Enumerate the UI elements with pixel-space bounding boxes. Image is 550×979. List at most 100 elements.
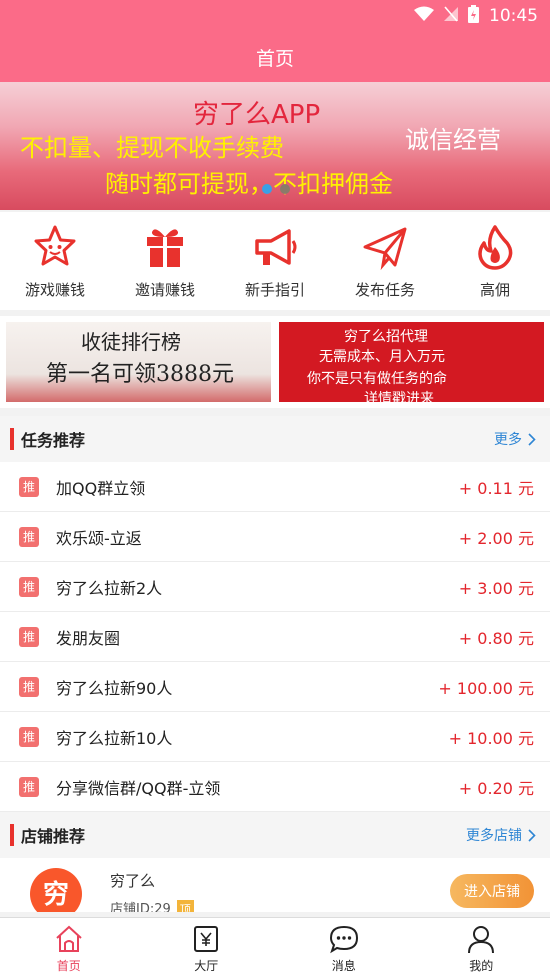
store-logo: 穷 bbox=[30, 868, 82, 912]
task-name: 穷了么拉新10人 bbox=[56, 728, 173, 748]
promo-left-line2: 第一名可领3888元 bbox=[46, 362, 234, 387]
task-name: 穷了么拉新2人 bbox=[56, 578, 163, 598]
more-label: 更多店铺 bbox=[466, 828, 522, 844]
store-card[interactable]: 穷 穷了么 店铺ID:29 顶 进入店铺 bbox=[0, 858, 550, 912]
user-icon bbox=[468, 925, 495, 953]
task-reward: + 0.80 元 bbox=[458, 628, 534, 648]
banner-title: 穷了么APP bbox=[193, 100, 321, 130]
nav-label: 大厅 bbox=[194, 958, 219, 973]
banner-pagination bbox=[262, 184, 290, 194]
banner-side-text: 诚信经营 bbox=[405, 126, 501, 154]
home-page: 10:45 首页 穷了么APP 不扣量、提现不收手续费 诚信经营 随时都可提现，… bbox=[0, 0, 550, 979]
battery-icon bbox=[468, 4, 479, 28]
chevron-right-icon bbox=[528, 432, 536, 446]
section-title: 任务推荐 bbox=[10, 427, 85, 451]
promo-right-line3: 你不是只有做任务的命 bbox=[307, 371, 447, 387]
promo-left-line1: 收徒排行榜 bbox=[81, 330, 181, 354]
nav-messages[interactable]: 消息 bbox=[275, 918, 413, 979]
recommend-badge: 推 bbox=[19, 476, 39, 497]
task-row[interactable]: 推穷了么拉新10人 + 10.00 元 bbox=[0, 712, 550, 762]
quick-action-label: 高佣 bbox=[479, 280, 510, 299]
stores-section-title: 店铺推荐 bbox=[21, 827, 86, 846]
recommend-badge: 推 bbox=[19, 726, 39, 747]
home-icon bbox=[56, 925, 82, 952]
task-name: 分享微信群/QQ群-立领 bbox=[56, 778, 221, 798]
banner-dot-2[interactable] bbox=[280, 184, 290, 194]
tasks-section-title: 任务推荐 bbox=[21, 431, 86, 450]
status-time: 10:45 bbox=[489, 6, 538, 26]
store-id: 店铺ID:29 顶 bbox=[110, 898, 194, 912]
stores-more-link[interactable]: 更多店铺 bbox=[466, 825, 536, 845]
banner-dot-1[interactable] bbox=[262, 184, 272, 194]
section-title: 店铺推荐 bbox=[10, 823, 85, 847]
promo-images: 收徒排行榜 第一名可领3888元 穷了么招代理 无需成本、月入万元 你不是只有做… bbox=[0, 316, 550, 408]
quick-action-label: 新手指引 bbox=[244, 280, 305, 299]
promo-banner[interactable]: 穷了么APP 不扣量、提现不收手续费 诚信经营 随时都可提现，不扣押佣金 bbox=[0, 82, 550, 210]
hall-icon bbox=[194, 925, 219, 952]
store-name: 穷了么 bbox=[110, 872, 156, 890]
recommend-badge: 推 bbox=[19, 626, 39, 647]
wifi-icon bbox=[414, 6, 434, 27]
task-name: 发朋友圈 bbox=[56, 628, 121, 648]
nav-label: 首页 bbox=[56, 958, 81, 973]
task-row[interactable]: 推加QQ群立领 + 0.11 元 bbox=[0, 462, 550, 512]
quick-action-game-earn[interactable]: 游戏赚钱 bbox=[0, 212, 110, 310]
task-reward: + 3.00 元 bbox=[458, 578, 534, 598]
task-name: 穷了么拉新90人 bbox=[56, 678, 173, 698]
task-reward: + 0.11 元 bbox=[458, 478, 534, 498]
flame-icon bbox=[478, 224, 513, 270]
task-reward: + 2.00 元 bbox=[458, 528, 534, 548]
message-icon bbox=[329, 925, 358, 953]
no-signal-icon bbox=[444, 5, 458, 27]
quick-action-publish-task[interactable]: 发布任务 bbox=[330, 212, 440, 310]
tasks-more-link[interactable]: 更多 bbox=[494, 429, 536, 449]
nav-home[interactable]: 首页 bbox=[0, 918, 138, 979]
star-face-icon bbox=[34, 225, 76, 265]
task-row[interactable]: 推穷了么拉新90人 + 100.00 元 bbox=[0, 662, 550, 712]
stores-section-header: 店铺推荐 更多店铺 bbox=[0, 812, 550, 858]
store-id-text: 店铺ID:29 bbox=[110, 902, 171, 912]
gift-icon bbox=[147, 228, 183, 267]
banner-line2: 随时都可提现，不扣押佣金 bbox=[105, 170, 393, 198]
promo-recruit-agent[interactable]: 穷了么招代理 无需成本、月入万元 你不是只有做任务的命 详情戳进来 bbox=[279, 322, 544, 402]
quick-action-label: 游戏赚钱 bbox=[24, 280, 85, 299]
nav-hall[interactable]: 大厅 bbox=[138, 918, 276, 979]
quick-action-invite-earn[interactable]: 邀请赚钱 bbox=[110, 212, 220, 310]
more-label: 更多 bbox=[494, 432, 522, 448]
top-badge: 顶 bbox=[176, 900, 194, 912]
megaphone-icon bbox=[255, 228, 297, 265]
recommend-badge: 推 bbox=[19, 526, 39, 547]
task-row[interactable]: 推欢乐颂-立返 + 2.00 元 bbox=[0, 512, 550, 562]
task-reward: + 0.20 元 bbox=[458, 778, 534, 798]
bottom-nav: 首页 大厅 消息 我的 bbox=[0, 917, 550, 979]
task-name: 欢乐颂-立返 bbox=[56, 528, 142, 548]
quick-action-beginner-guide[interactable]: 新手指引 bbox=[220, 212, 330, 310]
task-reward: + 10.00 元 bbox=[448, 728, 534, 748]
quick-action-high-commission[interactable]: 高佣 bbox=[440, 212, 550, 310]
promo-right-line1: 穷了么招代理 bbox=[344, 329, 428, 345]
nav-profile[interactable]: 我的 bbox=[413, 918, 550, 979]
promo-referral-leaderboard[interactable]: 收徒排行榜 第一名可领3888元 bbox=[6, 322, 271, 402]
task-row[interactable]: 推发朋友圈 + 0.80 元 bbox=[0, 612, 550, 662]
chevron-right-icon bbox=[528, 828, 536, 842]
recommend-badge: 推 bbox=[19, 776, 39, 797]
paper-plane-icon bbox=[363, 227, 407, 270]
task-row[interactable]: 推穷了么拉新2人 + 3.00 元 bbox=[0, 562, 550, 612]
nav-label: 消息 bbox=[331, 958, 356, 973]
nav-label: 我的 bbox=[469, 958, 494, 973]
page-title: 首页 bbox=[0, 32, 550, 82]
status-bar: 10:45 bbox=[0, 0, 550, 32]
section-marker bbox=[10, 824, 14, 846]
banner-line1: 不扣量、提现不收手续费 bbox=[20, 134, 284, 162]
quick-actions: 游戏赚钱 邀请赚钱 新手指引 发布任务 高佣 bbox=[0, 212, 550, 310]
promo-right-line4: 详情戳进来 bbox=[364, 391, 434, 402]
enter-store-button[interactable]: 进入店铺 bbox=[450, 874, 534, 908]
quick-action-label: 邀请赚钱 bbox=[134, 280, 195, 299]
task-row[interactable]: 推分享微信群/QQ群-立领 + 0.20 元 bbox=[0, 762, 550, 812]
recommend-badge: 推 bbox=[19, 676, 39, 697]
quick-action-label: 发布任务 bbox=[354, 280, 415, 299]
promo-right-line2: 无需成本、月入万元 bbox=[319, 349, 445, 365]
task-name: 加QQ群立领 bbox=[56, 478, 146, 498]
recommend-badge: 推 bbox=[19, 576, 39, 597]
tasks-section-header: 任务推荐 更多 bbox=[0, 416, 550, 462]
